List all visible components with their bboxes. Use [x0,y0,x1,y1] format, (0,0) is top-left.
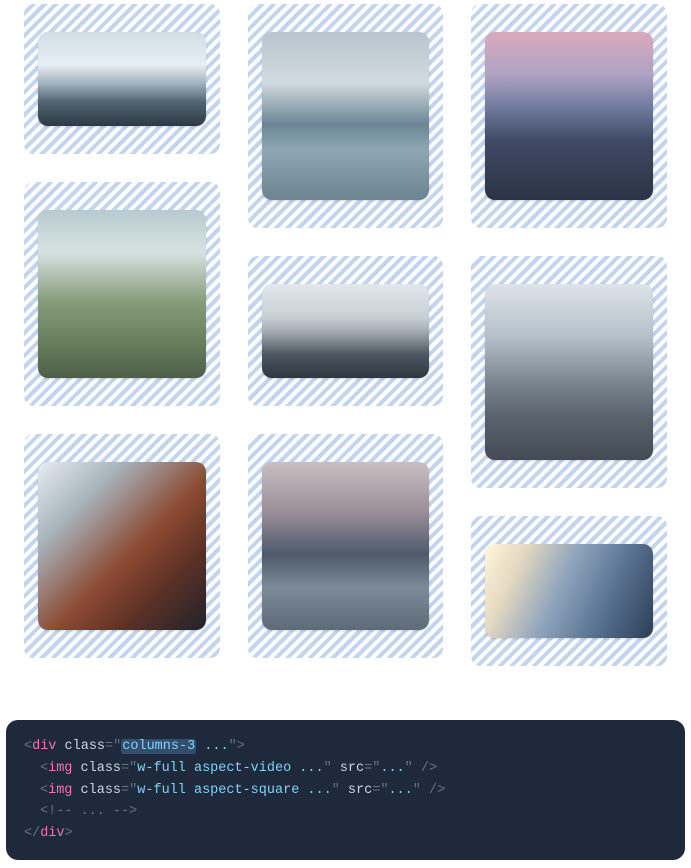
mountain-image [485,544,653,638]
code-line: <!-- ... --> [24,801,667,823]
mountain-image [485,32,653,200]
mountain-image [262,32,430,200]
image-cell [471,4,667,228]
mountain-image [485,284,653,460]
image-cell [248,256,444,406]
mountain-image [38,32,206,126]
gallery-demo [8,0,683,704]
mountain-image [262,284,430,378]
mountain-image [38,462,206,630]
image-cell [471,256,667,488]
code-line: <img class="w-full aspect-square ..." sr… [24,780,667,802]
code-example: <div class="columns-3 ..."> <img class="… [6,720,685,860]
image-cell [248,4,444,228]
image-cell [471,516,667,666]
code-line: <img class="w-full aspect-video ..." src… [24,758,667,780]
mountain-image [262,462,430,630]
image-cell [24,182,220,406]
columns-container [24,4,667,688]
image-cell [24,4,220,154]
image-cell [24,434,220,658]
code-line: </div> [24,823,667,845]
code-line: <div class="columns-3 ..."> [24,736,667,758]
image-cell [248,434,444,658]
mountain-image [38,210,206,378]
